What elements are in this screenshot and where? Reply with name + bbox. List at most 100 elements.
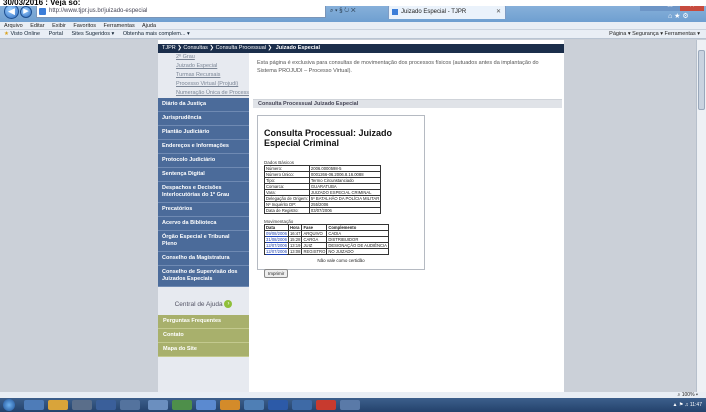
subnav-2grau[interactable]: 2º Grau xyxy=(158,53,249,62)
fav-link-4[interactable]: Obtenha mais complem... ▾ xyxy=(123,31,190,37)
menu-editar[interactable]: Editar xyxy=(30,23,44,29)
tray-clock[interactable]: 11:47 xyxy=(690,402,702,408)
menu-bar: Arquivo Editar Exibir Favoritos Ferramen… xyxy=(0,22,706,30)
taskbar-word-icon[interactable] xyxy=(268,400,288,410)
nav-orgao-especial[interactable]: Órgão Especial e Tribunal Pleno xyxy=(158,231,249,252)
taskbar-app8-icon[interactable] xyxy=(340,400,360,410)
taskbar-app-icon[interactable] xyxy=(120,400,140,410)
nav-contato[interactable]: Contato xyxy=(158,329,249,343)
table-row: Delegação de Origem: 5º BATALHÃO DA POLÍC… xyxy=(264,195,382,202)
screenshot-caption: 30/03/2016 : Veja so: xyxy=(0,0,706,6)
mov-date-link[interactable]: 12/07/2006 xyxy=(264,248,289,255)
nav-despachos[interactable]: Despachos e Decisões Interlocutórias do … xyxy=(158,182,249,203)
scrollbar-thumb[interactable] xyxy=(698,50,705,110)
nav-perguntas-frequentes[interactable]: Perguntas Frequentes xyxy=(158,315,249,329)
menu-exibir[interactable]: Exibir xyxy=(52,23,66,29)
mov-fase: REGISTRO xyxy=(301,248,328,255)
print-button[interactable]: Imprimir xyxy=(264,269,289,278)
crumb-current: Juizado Especial xyxy=(275,45,321,51)
menu-favoritos[interactable]: Favoritos xyxy=(73,23,96,29)
main-content: Esta página é exclusiva para consultas d… xyxy=(253,53,562,392)
site-favicon-icon xyxy=(39,8,46,15)
fav-link-1[interactable]: Visto Online xyxy=(10,31,40,37)
forward-icon[interactable]: ▶ xyxy=(20,6,32,18)
mov-complemento: NO JUIZADO xyxy=(326,248,389,255)
nav-acervo[interactable]: Acervo da Biblioteca xyxy=(158,217,249,231)
nav-mapa-site[interactable]: Mapa do Site xyxy=(158,343,249,357)
col-hora: Hora xyxy=(287,224,303,231)
page-viewport: TJPR ❯ Consultas ❯ Consulta Processual ❯… xyxy=(0,40,696,392)
taskbar-app7-icon[interactable] xyxy=(292,400,312,410)
taskbar-app2-icon[interactable] xyxy=(148,400,168,410)
command-bar-menus[interactable]: Página ▾ Segurança ▾ Ferramentas ▾ xyxy=(609,30,700,39)
field-label: Data de Registro: xyxy=(264,207,310,214)
tab-favicon-icon xyxy=(392,9,398,15)
nav-jurisprudencia[interactable]: Jurisprudência xyxy=(158,112,249,126)
nav-conselho-supervisao[interactable]: Conselho de Supervisão dos Juizados Espe… xyxy=(158,266,249,287)
taskbar-ie-icon[interactable] xyxy=(24,400,44,410)
field-value: JUIZADO ESPECIAL CRIMINAL xyxy=(308,189,382,196)
nav-diario-justica[interactable]: Diário da Justiça xyxy=(158,98,249,112)
taskbar-folder-icon[interactable] xyxy=(48,400,68,410)
start-button-icon[interactable] xyxy=(3,399,15,411)
taskbar-media-icon[interactable] xyxy=(72,400,92,410)
mov-complemento: DESIGNAÇÃO DE AUDIÊNCIA xyxy=(326,242,389,249)
home-star-gear-icons[interactable]: ⌂ ★ ⚙ xyxy=(668,12,689,20)
favorites-star-icon[interactable]: ★ xyxy=(4,31,9,37)
taskbar-chrome-icon[interactable] xyxy=(96,400,116,410)
intro-text: Esta página é exclusiva para consultas d… xyxy=(257,60,539,74)
vertical-scrollbar[interactable] xyxy=(696,40,706,392)
table-row: Data de Registro: 03/07/2006 xyxy=(264,207,382,214)
tray-icons[interactable]: ▲ ⚑ ♫ xyxy=(672,402,689,408)
system-tray: ▲ ⚑ ♫ 11:47 xyxy=(672,400,702,410)
address-tools[interactable]: ⌕ ▾ § ↻ ✕ xyxy=(330,5,356,18)
mov-hora: 13:08 xyxy=(287,248,303,255)
field-value: 5º BATALHÃO DA POLÍCIA MILITAR xyxy=(308,195,382,202)
crumb-consulta-processual[interactable]: Consulta Processual xyxy=(216,45,266,51)
mov-date-link[interactable]: 31/08/2006 xyxy=(264,236,289,243)
back-icon[interactable]: ◀ xyxy=(4,4,19,19)
browser-tab[interactable]: Juizado Especial - TJPR ✕ xyxy=(388,4,506,19)
no-certificate-note: Não vale como certidão xyxy=(317,258,365,263)
menu-ferramentas[interactable]: Ferramentas xyxy=(104,23,135,29)
favorites-bar: ★ Visto Online Portal Sites Sugeridos ▾ … xyxy=(0,30,706,39)
result-panel: Consulta Processual: Juizado Especial Cr… xyxy=(257,115,425,278)
nav-precatorios[interactable]: Precatórios xyxy=(158,203,249,217)
taskbar-app5-icon[interactable] xyxy=(220,400,240,410)
breadcrumb: TJPR ❯ Consultas ❯ Consulta Processual ❯… xyxy=(158,44,564,53)
mov-date-link[interactable]: 09/08/2006 xyxy=(264,230,289,237)
crumb-consultas[interactable]: Consultas xyxy=(183,45,207,51)
subnav-numeracao-unica[interactable]: Numeração Única de Processos xyxy=(158,89,249,98)
left-navigation: 2º Grau Juizado Especial Turmas Recursai… xyxy=(158,53,249,392)
taskbar-app6-icon[interactable] xyxy=(244,400,264,410)
taskbar: ▲ ⚑ ♫ 11:47 xyxy=(0,398,706,412)
subnav-juizado-especial[interactable]: Juizado Especial xyxy=(158,62,249,71)
field-label: Delegação de Origem: xyxy=(264,195,310,202)
help-center-link[interactable]: Central de Ajuda › xyxy=(158,295,249,315)
tab-close-icon[interactable]: ✕ xyxy=(496,5,501,19)
crumb-tjpr[interactable]: TJPR xyxy=(162,45,176,51)
menu-ajuda[interactable]: Ajuda xyxy=(142,23,156,29)
fav-link-2[interactable]: Portal xyxy=(49,31,63,37)
nav-sentenca-digital[interactable]: Sentença Digital xyxy=(158,168,249,182)
result-heading: Consulta Processual: Juizado Especial Cr… xyxy=(264,128,393,148)
mov-date-link[interactable]: 12/07/2006 xyxy=(264,242,289,249)
menu-arquivo[interactable]: Arquivo xyxy=(4,23,23,29)
nav-plantao[interactable]: Plantão Judiciário xyxy=(158,126,249,140)
tab-title: Juizado Especial - TJPR xyxy=(401,9,467,15)
taskbar-app4-icon[interactable] xyxy=(196,400,216,410)
taskbar-pdf-icon[interactable] xyxy=(316,400,336,410)
fav-link-3[interactable]: Sites Sugeridos ▾ xyxy=(71,31,114,37)
nav-protocolo[interactable]: Protocolo Judiciário xyxy=(158,154,249,168)
movimentacao-table: Data Hora Fase Complemento 09/08/2006 16… xyxy=(264,224,389,255)
address-bar[interactable]: http://www.tjpr.jus.br/juizado-especial xyxy=(36,5,326,18)
mov-hora: 16:47 xyxy=(287,230,303,237)
address-text: http://www.tjpr.jus.br/juizado-especial xyxy=(49,8,148,14)
nav-enderecos[interactable]: Endereços e Informações xyxy=(158,140,249,154)
subnav-processo-virtual[interactable]: Processo Virtual (Projudi) xyxy=(158,80,249,89)
help-arrow-icon: › xyxy=(224,300,233,309)
subnav-turmas-recursais[interactable]: Turmas Recursais xyxy=(158,71,249,80)
nav-conselho-magistratura[interactable]: Conselho da Magistratura xyxy=(158,252,249,266)
taskbar-app3-icon[interactable] xyxy=(172,400,192,410)
mov-hora: 13:19 xyxy=(287,242,303,249)
